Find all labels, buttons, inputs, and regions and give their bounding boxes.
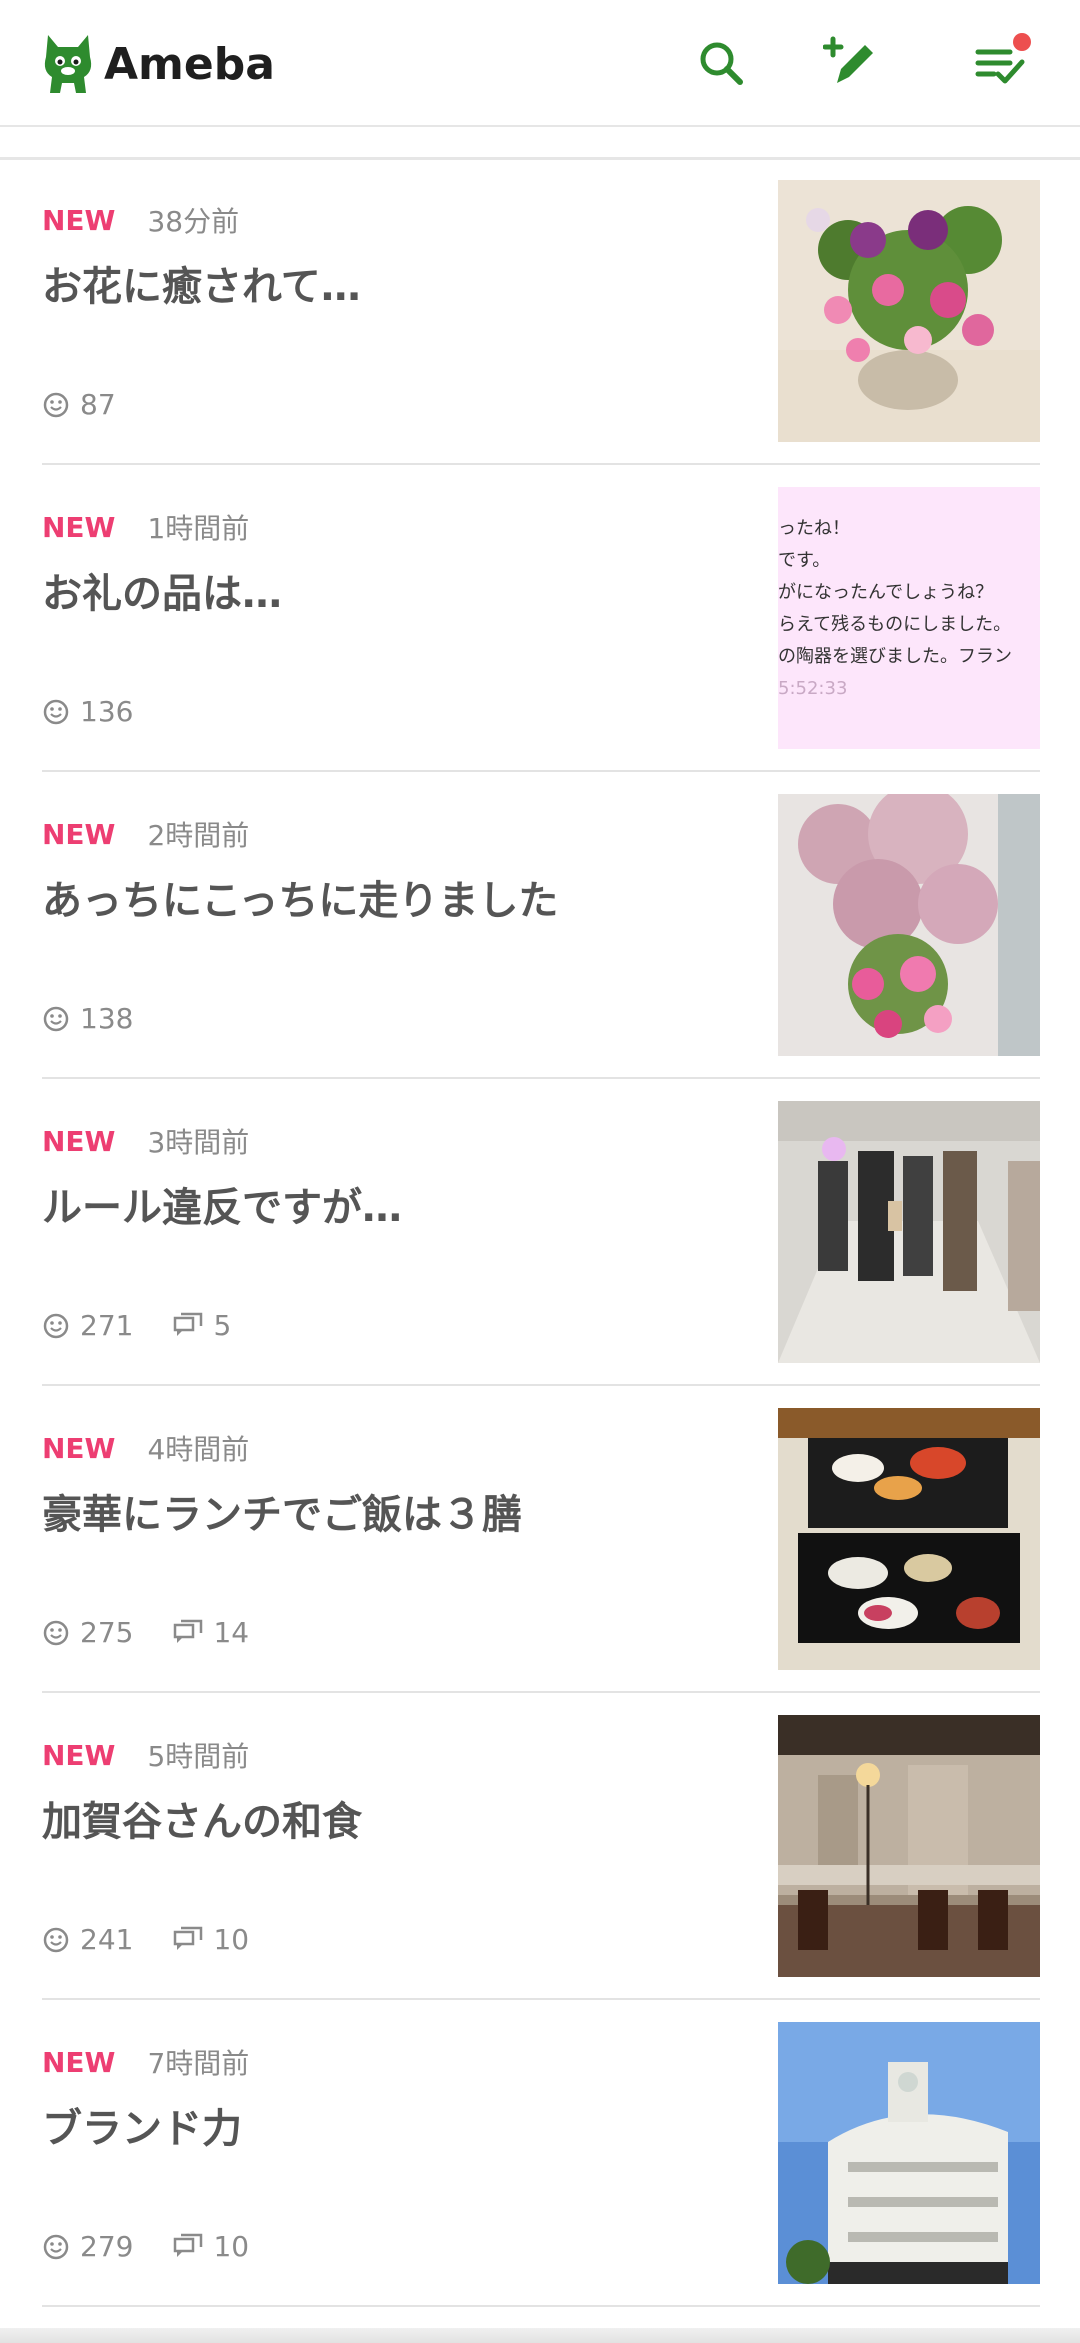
entry-thumbnail[interactable] [778,1715,1040,1977]
entry-title[interactable]: お花に癒されて… [42,254,742,312]
smile-icon [43,699,69,724]
new-badge: NEW [42,510,116,544]
smile-icon [43,2234,69,2259]
like-count: 279 [42,2230,133,2263]
search-icon [700,42,743,85]
entry-thumbnail[interactable] [778,180,1040,442]
next-entry-peek [0,2328,1080,2343]
smile-icon [43,1927,69,1952]
comment-icon [174,1926,203,1950]
entry-title[interactable]: お礼の品は… [42,561,742,619]
entry-item[interactable]: NEW 3時間前 ルール違反ですが… 271 5 [0,1079,1080,1386]
entry-thumbnail[interactable] [778,2022,1040,2284]
entry-title[interactable]: 加賀谷さんの和食 [42,1789,742,1847]
entry-item[interactable]: NEW 2時間前 あっちにこっちに走りました 138 [0,772,1080,1079]
entry-thumbnail[interactable] [778,1101,1040,1363]
like-count: 271 [42,1309,133,1342]
entry-time: 1時間前 [147,512,250,545]
like-count: 136 [42,695,133,728]
new-badge: NEW [42,817,116,851]
feed-button[interactable] [970,32,1032,94]
like-count: 138 [42,1002,133,1035]
write-entry-button[interactable] [822,32,884,94]
comment-icon [174,2233,203,2257]
app-header: Ameba [0,0,1080,127]
entry-item[interactable]: NEW 1時間前 お礼の品は… 136 ったね！ です。 がになったんでしょうね… [0,465,1080,772]
entry-time: 38分前 [147,205,240,238]
new-badge: NEW [42,1738,116,1772]
entry-title[interactable]: 豪華にランチでご飯は３膳 [42,1482,742,1540]
smile-icon [43,1620,69,1645]
entry-thumbnail[interactable] [778,1408,1040,1670]
entry-thumbnail[interactable]: ったね！ です。 がになったんでしょうね？ らえて残るものにしました。 の陶器を… [778,487,1040,749]
entry-time: 4時間前 [147,1433,250,1466]
comment-count: 14 [173,1616,249,1649]
comment-icon [174,1619,203,1643]
checklist-icon [975,33,1031,84]
entry-thumbnail[interactable] [778,794,1040,1056]
like-count: 87 [42,388,116,421]
like-count: 275 [42,1616,133,1649]
logo-text: Ameba [104,38,275,90]
entry-item[interactable]: NEW 4時間前 豪華にランチでご飯は３膳 275 14 [0,1386,1080,1693]
comment-count: 10 [173,2230,249,2263]
ameba-logo[interactable]: Ameba [40,28,275,100]
header-subbar [0,127,1080,160]
smile-icon [43,392,69,417]
entry-title[interactable]: ルール違反ですが… [42,1175,742,1233]
pen-plus-icon [823,36,873,83]
entry-item[interactable]: NEW 7時間前 ブランド力 279 10 [0,2000,1080,2307]
comment-count: 5 [173,1309,231,1342]
ameba-mascot-icon [44,35,92,93]
entry-time: 7時間前 [147,2047,250,2080]
entry-list: NEW 38分前 お花に癒されて… 87 NEW 1時間前 お礼の品は… 136… [0,158,1080,2307]
notification-dot [1013,33,1031,51]
smile-icon [43,1313,69,1338]
new-badge: NEW [42,1431,116,1465]
new-badge: NEW [42,203,116,237]
entry-time: 3時間前 [147,1126,250,1159]
search-button[interactable] [690,32,752,94]
entry-item[interactable]: NEW 38分前 お花に癒されて… 87 [0,158,1080,465]
comment-icon [174,1312,203,1336]
new-badge: NEW [42,1124,116,1158]
entry-item[interactable]: NEW 5時間前 加賀谷さんの和食 241 10 [0,1693,1080,2000]
entry-title[interactable]: ブランド力 [42,2096,742,2154]
entry-time: 2時間前 [147,819,250,852]
smile-icon [43,1006,69,1031]
entry-title[interactable]: あっちにこっちに走りました [42,868,742,926]
like-count: 241 [42,1923,133,1956]
comment-count: 10 [173,1923,249,1956]
entry-time: 5時間前 [147,1740,250,1773]
new-badge: NEW [42,2045,116,2079]
